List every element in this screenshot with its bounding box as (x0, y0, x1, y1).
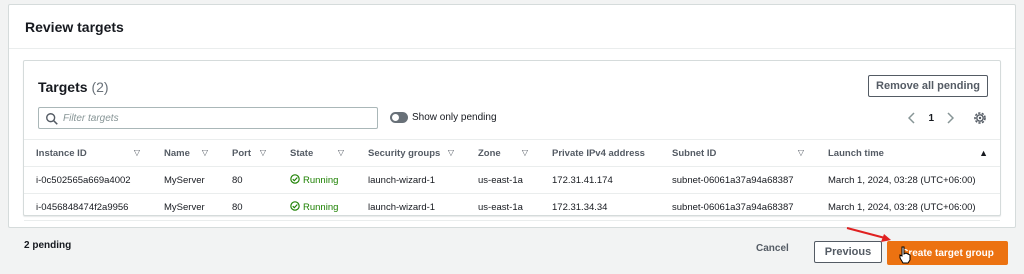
review-targets-header: Review targets (9, 5, 1015, 49)
zone-cell: us-east-1a (466, 193, 540, 221)
sort-icon: ▽ (337, 147, 344, 157)
launch-time-cell: March 1, 2024, 03:28 (UTC+06:00) (816, 193, 1000, 221)
column-header-launch-time[interactable]: Launch time ▲ (816, 139, 1000, 167)
review-targets-panel: Review targets Targets (2) Remove all pe… (8, 4, 1016, 228)
check-circle-icon (290, 201, 300, 211)
zone-cell: us-east-1a (466, 166, 540, 194)
instance-id-cell: i-0c502565a669a4002 (24, 166, 152, 194)
sort-ascending-icon: ▲ (979, 147, 988, 158)
instance-id-cell: i-0456848474f2a9956 (24, 193, 152, 221)
remove-all-pending-button[interactable]: Remove all pending (868, 75, 988, 97)
cancel-button[interactable]: Cancel (756, 243, 789, 254)
annotation-arrow-icon (846, 227, 891, 242)
page-number[interactable]: 1 (928, 113, 934, 124)
column-header-state[interactable]: State ▽ (278, 139, 356, 167)
gear-icon[interactable] (972, 110, 988, 126)
targets-count: (2) (91, 79, 109, 95)
sort-icon: ▽ (259, 147, 266, 157)
security-group-cell: launch-wizard-1 (356, 193, 466, 221)
column-header-security-groups[interactable]: Security groups ▽ (356, 139, 466, 167)
table-header-row: Instance ID ▽ Name ▽ Port ▽ State ▽ Security… (24, 139, 1000, 167)
hand-cursor-icon (899, 246, 911, 264)
show-only-pending-label: Show only pending (412, 112, 497, 123)
port-cell: 80 (220, 193, 278, 221)
next-page-button[interactable] (944, 110, 956, 126)
sort-icon: ▽ (521, 147, 528, 157)
sort-icon: ▽ (447, 147, 454, 157)
port-cell: 80 (220, 166, 278, 194)
filter-targets-field[interactable] (38, 107, 378, 129)
previous-page-button[interactable] (906, 110, 918, 126)
targets-title: Targets (38, 79, 88, 95)
chevron-left-icon (908, 112, 915, 124)
name-cell: MyServer (152, 166, 220, 194)
state-label: Running (303, 175, 339, 186)
subnet-cell: subnet-06061a37a94a68387 (660, 166, 816, 194)
ipv4-cell: 172.31.41.174 (540, 166, 660, 194)
targets-table: Instance ID ▽ Name ▽ Port ▽ State ▽ Security… (24, 139, 1000, 221)
column-header-subnet-id[interactable]: Subnet ID ▽ (660, 139, 816, 167)
column-header-name[interactable]: Name ▽ (152, 139, 220, 167)
review-targets-title: Review targets (25, 19, 124, 35)
table-row[interactable]: i-0456848474f2a9956 MyServer 80 Running … (24, 193, 1000, 221)
launch-time-cell: March 1, 2024, 03:28 (UTC+06:00) (816, 166, 1000, 194)
pending-count: 2 pending (24, 240, 72, 251)
pagination: 1 (906, 109, 988, 127)
targets-heading: Targets (2) (38, 79, 109, 95)
chevron-right-icon (947, 112, 954, 124)
filter-targets-input[interactable] (63, 110, 363, 126)
ipv4-cell: 172.31.34.34 (540, 193, 660, 221)
search-icon (46, 113, 58, 125)
state-label: Running (303, 202, 339, 213)
state-cell: Running (278, 166, 356, 194)
table-row[interactable]: i-0c502565a669a4002 MyServer 80 Running … (24, 166, 1000, 194)
column-header-private-ipv4[interactable]: Private IPv4 address (540, 139, 660, 167)
check-circle-icon (290, 174, 300, 184)
targets-container: Targets (2) Remove all pending Show only… (23, 60, 1001, 221)
security-group-cell: launch-wizard-1 (356, 166, 466, 194)
column-header-zone[interactable]: Zone ▽ (466, 139, 540, 167)
state-cell: Running (278, 193, 356, 221)
sort-icon: ▽ (797, 147, 804, 157)
column-header-port[interactable]: Port ▽ (220, 139, 278, 167)
show-only-pending-toggle[interactable] (390, 112, 408, 123)
previous-button[interactable]: Previous (814, 241, 882, 263)
subnet-cell: subnet-06061a37a94a68387 (660, 193, 816, 221)
column-header-instance-id[interactable]: Instance ID ▽ (24, 139, 152, 167)
sort-icon: ▽ (133, 147, 140, 157)
sort-icon: ▽ (201, 147, 208, 157)
name-cell: MyServer (152, 193, 220, 221)
